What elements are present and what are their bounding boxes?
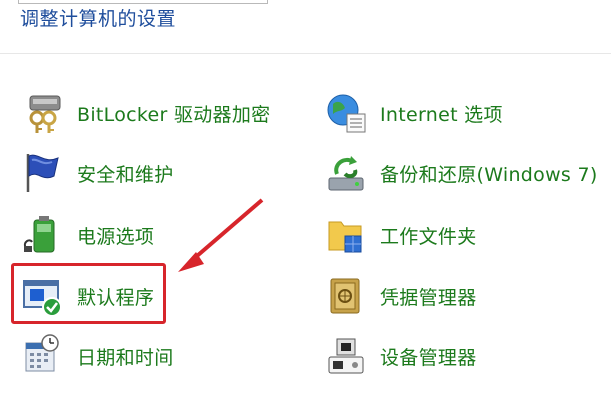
item-label: Internet 选项 (380, 103, 503, 126)
item-power-options[interactable]: 电源选项 (20, 215, 154, 255)
page-title: 调整计算机的设置 (20, 8, 177, 30)
security-flag-icon (20, 150, 66, 196)
item-label: 凭据管理器 (380, 286, 477, 309)
backup-restore-icon (323, 150, 369, 196)
item-label: 设备管理器 (380, 346, 477, 369)
item-backup-restore[interactable]: 备份和还原(Windows 7) (323, 153, 598, 193)
power-battery-icon (20, 212, 66, 258)
item-label: 工作文件夹 (380, 225, 477, 248)
item-label: 日期和时间 (77, 346, 174, 369)
device-manager-icon (323, 333, 369, 379)
item-security-maintenance[interactable]: 安全和维护 (20, 153, 174, 193)
item-bitlocker[interactable]: BitLocker 驱动器加密 (20, 93, 270, 133)
internet-globe-icon (323, 90, 369, 136)
item-label: 备份和还原(Windows 7) (380, 163, 598, 186)
credential-safe-icon (323, 273, 369, 319)
item-device-manager[interactable]: 设备管理器 (323, 336, 477, 376)
item-internet-options[interactable]: Internet 选项 (323, 93, 503, 133)
bitlocker-key-icon (20, 90, 66, 136)
item-label: 安全和维护 (77, 163, 174, 186)
item-label: BitLocker 驱动器加密 (77, 103, 271, 126)
item-work-folders[interactable]: 工作文件夹 (323, 215, 477, 255)
highlight-box (11, 263, 166, 324)
item-date-time[interactable]: 日期和时间 (20, 333, 174, 379)
work-folders-icon (323, 212, 369, 258)
item-label: 电源选项 (77, 225, 155, 248)
item-credential-manager[interactable]: 凭据管理器 (323, 276, 477, 316)
calendar-clock-icon (20, 333, 66, 379)
divider (0, 53, 611, 54)
